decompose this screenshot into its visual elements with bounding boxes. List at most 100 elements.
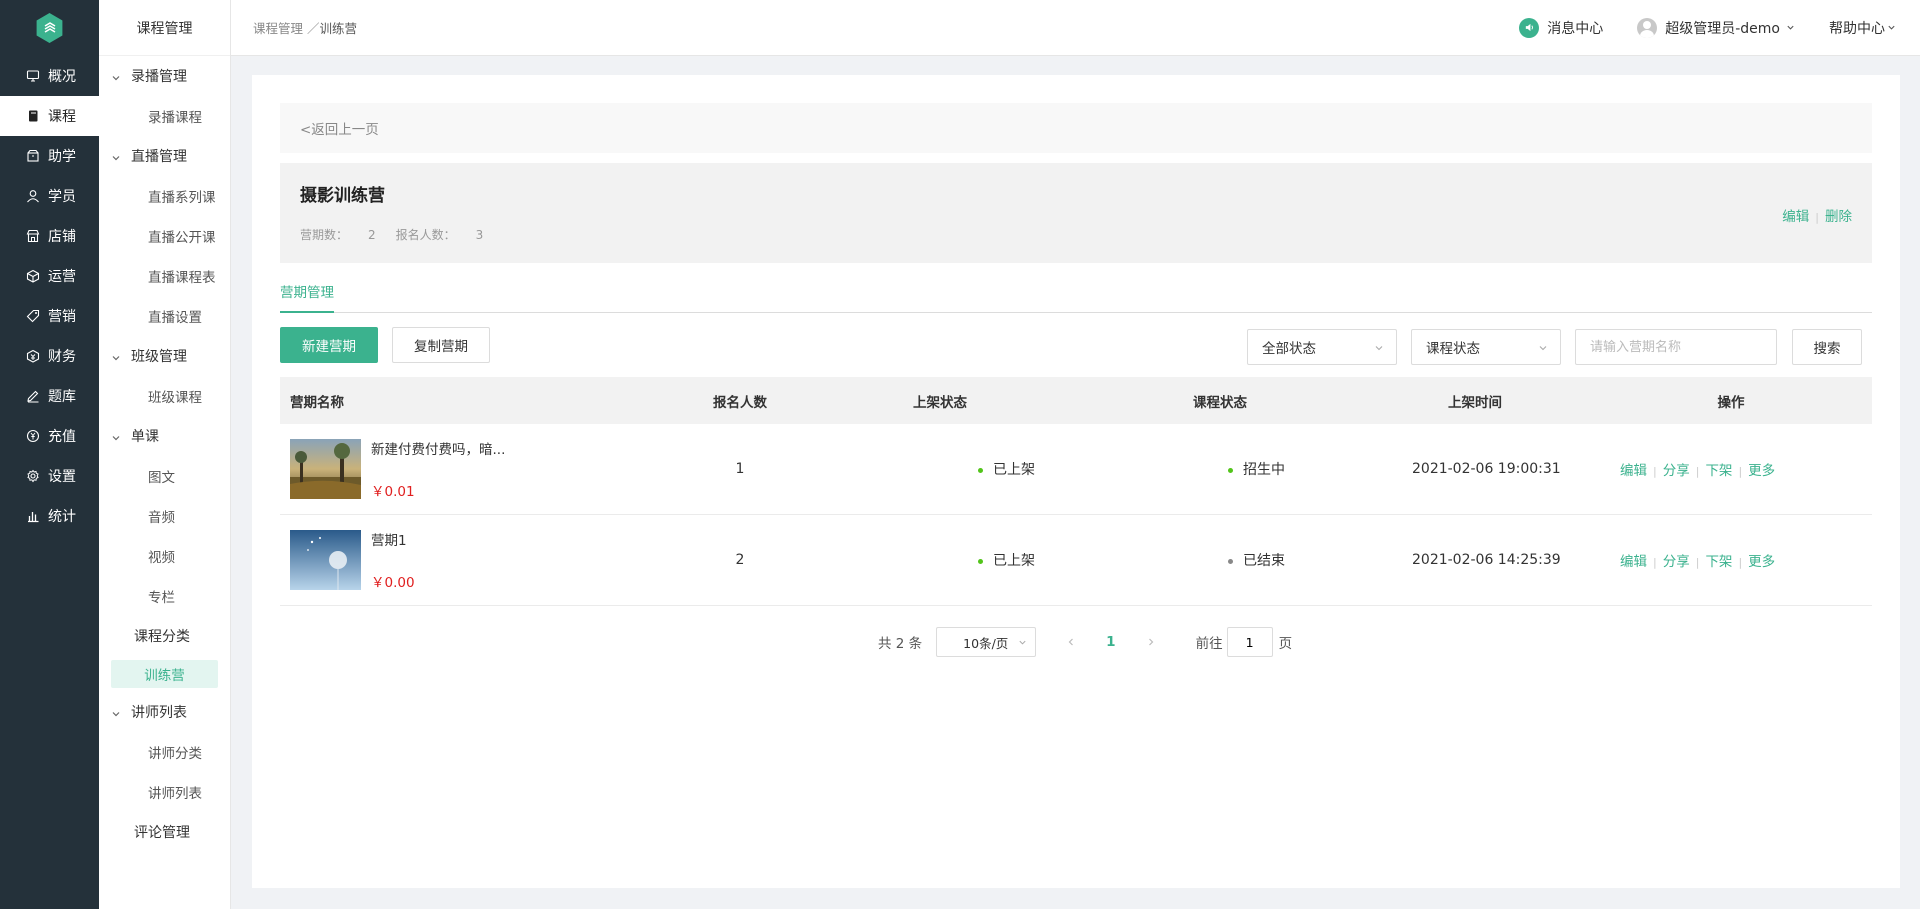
nav-item-column[interactable]: 专栏 <box>99 576 230 616</box>
avatar <box>1637 17 1658 38</box>
nav-item-lecturer-category[interactable]: 讲师分类 <box>99 732 230 772</box>
chevron-down-icon <box>111 707 121 717</box>
message-center[interactable]: 消息中心 <box>1519 17 1603 38</box>
yen-icon <box>26 429 40 443</box>
share-link[interactable]: 分享 <box>1663 463 1690 479</box>
camp-title: 摄影训练营 <box>300 186 385 206</box>
monitor-icon <box>26 69 40 83</box>
sidebar-item-user[interactable]: 学员 <box>0 176 99 216</box>
sidebar-item-bar-chart[interactable]: 统计 <box>0 496 99 536</box>
chevron-left-icon[interactable] <box>1066 637 1076 647</box>
more-link[interactable]: 更多 <box>1748 554 1775 570</box>
gear-icon <box>26 469 40 483</box>
pagination: 共 2 条 10条/页 1 前往 页 <box>878 627 1292 657</box>
primary-sidebar: 概况 课程助学学员 店铺 运营营销财务题库 充值设置统计 <box>0 0 99 909</box>
nav-item-live-schedule[interactable]: 直播课程表 <box>99 256 230 296</box>
column-header: 操作 <box>1717 394 1745 411</box>
nav-item-lecturer-list[interactable]: 讲师列表 <box>99 772 230 812</box>
period-price: ￥0.00 <box>371 575 415 591</box>
divider: | <box>1815 211 1819 224</box>
shelf-time-cell: 2021-02-06 19:00:31 <box>1412 461 1561 477</box>
sidebar-item-label: 财务 <box>48 349 76 365</box>
help-center-menu[interactable]: 帮助中心 <box>1829 18 1896 38</box>
nav-group-lecturer[interactable]: 讲师列表 <box>99 692 230 732</box>
nav-group-live[interactable]: 直播管理 <box>99 136 230 176</box>
unshelf-link[interactable]: 下架 <box>1705 554 1732 570</box>
sidebar-item-monitor[interactable]: 概况 <box>0 56 99 96</box>
tab-period-management[interactable]: 营期管理 <box>280 281 334 313</box>
status-dot <box>1228 467 1233 473</box>
nav-item-graphic[interactable]: 图文 <box>99 456 230 496</box>
chevron-down-icon <box>1019 640 1026 645</box>
nav-item-video[interactable]: 视频 <box>99 536 230 576</box>
signup-count-cell: 2 <box>735 552 745 568</box>
page-suffix: 页 <box>1278 636 1293 652</box>
nav-group-record[interactable]: 录播管理 <box>99 56 230 96</box>
status-filter-select[interactable]: 全部状态 <box>1247 329 1397 365</box>
period-name[interactable]: 营期1 <box>371 529 415 549</box>
delete-camp-link[interactable]: 删除 <box>1825 209 1852 225</box>
pen-icon <box>26 389 40 403</box>
edit-link[interactable]: 编辑 <box>1620 463 1647 479</box>
shelf-time-cell: 2021-02-06 14:25:39 <box>1412 552 1561 568</box>
book-icon <box>26 109 40 123</box>
nav-item-training-camp[interactable]: 训练营 <box>111 660 218 688</box>
edit-link[interactable]: 编辑 <box>1620 554 1647 570</box>
status-dot <box>978 467 983 473</box>
breadcrumb-parent[interactable]: 课程管理 <box>253 21 303 36</box>
more-link[interactable]: 更多 <box>1748 463 1775 479</box>
chevron-down-icon <box>1375 346 1383 351</box>
pagination-total: 共 2 条 <box>878 636 923 652</box>
page-number-current[interactable]: 1 <box>1106 634 1115 650</box>
nav-item-live-open[interactable]: 直播公开课 <box>99 216 230 256</box>
sidebar-item-pen[interactable]: 题库 <box>0 376 99 416</box>
status-dot <box>978 558 983 564</box>
nav-item-audio[interactable]: 音频 <box>99 496 230 536</box>
sidebar-item-label: 营销 <box>48 309 76 325</box>
goto-label: 前往 <box>1195 636 1223 652</box>
course-thumbnail[interactable] <box>290 439 361 499</box>
sidebar-item-yen[interactable]: 充值 <box>0 416 99 456</box>
nav-item-course-category[interactable]: 课程分类 <box>99 616 230 656</box>
course-status-select[interactable]: 课程状态 <box>1411 329 1561 365</box>
user-icon <box>26 189 40 203</box>
sidebar-item-book[interactable]: 课程 <box>0 96 99 136</box>
top-header: 课程管理 ／训练营 消息中心 超级管理员-demo 帮助中心 <box>231 0 1920 56</box>
sidebar-item-label: 设置 <box>48 469 76 485</box>
chevron-down-icon <box>1888 25 1895 30</box>
new-period-button[interactable]: 新建营期 <box>280 327 378 363</box>
nav-group-class[interactable]: 班级管理 <box>99 336 230 376</box>
edit-camp-link[interactable]: 编辑 <box>1782 209 1809 225</box>
sidebar-item-label: 统计 <box>48 509 76 525</box>
sidebar-item-shop[interactable]: 店铺 <box>0 216 99 256</box>
share-link[interactable]: 分享 <box>1663 554 1690 570</box>
page-size-select[interactable]: 10条/页 <box>936 627 1037 657</box>
sidebar-item-label: 助学 <box>48 149 76 165</box>
sidebar-item-cube[interactable]: 运营 <box>0 256 99 296</box>
chevron-right-icon[interactable] <box>1146 637 1156 647</box>
period-name-search-input[interactable] <box>1575 329 1777 365</box>
nav-item-record-course[interactable]: 录播课程 <box>99 96 230 136</box>
sidebar-item-wallet[interactable]: 财务 <box>0 336 99 376</box>
sidebar-item-gear[interactable]: 设置 <box>0 456 99 496</box>
copy-period-button[interactable]: 复制营期 <box>392 327 490 363</box>
course-status-cell: 已结束 <box>1080 550 1360 570</box>
unshelf-link[interactable]: 下架 <box>1705 463 1732 479</box>
nav-group-single[interactable]: 单课 <box>99 416 230 456</box>
sidebar-item-box[interactable]: 助学 <box>0 136 99 176</box>
box-icon <box>26 149 40 163</box>
sidebar-item-tag[interactable]: 营销 <box>0 296 99 336</box>
logo-icon <box>36 13 63 43</box>
goto-page-input[interactable] <box>1226 627 1273 657</box>
nav-item-comment-manage[interactable]: 评论管理 <box>99 812 230 852</box>
search-button[interactable]: 搜索 <box>1792 329 1862 365</box>
course-thumbnail[interactable] <box>290 530 361 590</box>
column-header: 报名人数 <box>713 394 767 411</box>
user-menu[interactable]: 超级管理员-demo <box>1637 17 1795 38</box>
period-price: ￥0.01 <box>371 484 415 500</box>
nav-item-class-course[interactable]: 班级课程 <box>99 376 230 416</box>
back-link[interactable]: <返回上一页 <box>280 103 1872 153</box>
period-name[interactable]: 新建付费付费吗，暗... <box>371 438 505 458</box>
nav-item-live-series[interactable]: 直播系列课 <box>99 176 230 216</box>
nav-item-live-settings[interactable]: 直播设置 <box>99 296 230 336</box>
